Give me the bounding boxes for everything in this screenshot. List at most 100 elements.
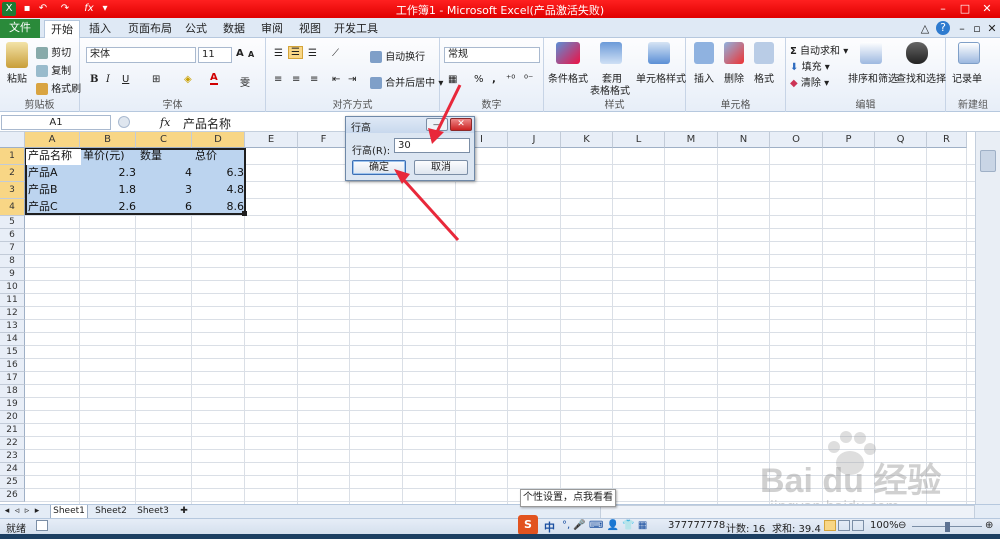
row-header-10[interactable]: 10 [0,281,25,294]
zoom-thumb[interactable] [945,522,950,532]
row-header-24[interactable]: 24 [0,463,25,476]
increase-decimal-icon[interactable]: ⁺⁰ [506,74,515,85]
cell-b1[interactable]: 单价(元) [83,148,125,164]
cell-styles-button[interactable]: 单元格样式 [636,70,686,85]
tab-data[interactable]: 数据 [218,20,250,38]
align-left-icon[interactable]: ≡ [274,74,282,85]
new-sheet-icon[interactable]: ✚ [176,505,192,519]
macro-record-icon[interactable] [36,520,48,531]
sogou-ime-icon[interactable]: S [518,515,538,535]
underline-button[interactable]: U [122,74,129,85]
column-header-a[interactable]: A [25,132,80,148]
row-header-3[interactable]: 3 [0,182,25,199]
sheet-tab-1[interactable]: Sheet1 [50,505,88,519]
close-button[interactable]: ✕ [976,1,998,16]
column-header-f[interactable]: F [298,132,350,148]
column-header-b[interactable]: B [80,132,136,148]
column-header-l[interactable]: L [613,132,665,148]
column-header-m[interactable]: M [665,132,718,148]
orientation-icon[interactable]: ⟋ [332,48,339,59]
cell-b2[interactable]: 2.3 [80,165,137,181]
page-layout-view-icon[interactable] [838,520,850,531]
ribbon-minimize-icon[interactable]: △ [918,20,932,38]
row-header-18[interactable]: 18 [0,385,25,398]
tab-home[interactable]: 开始 [44,20,80,38]
insert-function-icon[interactable]: fx [160,116,170,129]
row-header-4[interactable]: 4 [0,199,25,216]
row-header-20[interactable]: 20 [0,411,25,424]
format-cells-button[interactable]: 格式 [754,70,774,85]
cell-c3[interactable]: 3 [136,182,192,198]
row-header-19[interactable]: 19 [0,398,25,411]
form-icon[interactable] [958,42,980,64]
help-icon[interactable]: ? [936,21,950,35]
cell-c4[interactable]: 6 [136,199,192,215]
comma-button[interactable]: , [492,74,496,85]
row-header-15[interactable]: 15 [0,346,25,359]
border-icon[interactable]: ⊞ [152,74,160,85]
row-header-14[interactable]: 14 [0,333,25,346]
align-top-icon[interactable]: ☰ [274,48,283,59]
row-header-22[interactable]: 22 [0,437,25,450]
row-header-9[interactable]: 9 [0,268,25,281]
autosum-button[interactable]: Σ 自动求和 ▾ [790,42,848,57]
paste-button[interactable]: 粘贴 [7,70,27,85]
align-middle-icon[interactable]: ☰ [288,46,303,59]
insert-cells-button[interactable]: 插入 [694,70,714,85]
cell-a3[interactable]: 产品B [28,182,58,198]
align-center-icon[interactable]: ≡ [292,74,300,85]
grow-font-icon[interactable]: A [236,48,244,59]
font-size-select[interactable]: 11 [198,47,232,63]
conditional-format-icon[interactable] [556,42,580,64]
cell-c2[interactable]: 4 [136,165,192,181]
sort-filter-button[interactable]: 排序和筛选 [848,70,898,85]
column-header-e[interactable]: E [245,132,298,148]
cell-b4[interactable]: 2.6 [80,199,137,215]
row-header-25[interactable]: 25 [0,476,25,489]
row-header-2[interactable]: 2 [0,165,25,182]
column-header-n[interactable]: N [718,132,770,148]
font-color-icon[interactable]: A [210,72,218,85]
table-format-line2[interactable]: 表格格式 [590,82,630,97]
conditional-format-button[interactable]: 条件格式 [548,70,588,85]
tab-view[interactable]: 视图 [294,20,326,38]
maximize-button[interactable]: □ [954,1,976,16]
tab-review[interactable]: 审阅 [256,20,288,38]
cut-button[interactable]: 剪切 [36,44,71,59]
sheet-tab-2[interactable]: Sheet2 [92,505,130,519]
cell-d1[interactable]: 总价 [195,148,217,164]
tab-formulas[interactable]: 公式 [180,20,212,38]
fill-button[interactable]: ⬇ 填充 ▾ [790,58,830,73]
cell-a4[interactable]: 产品C [28,199,58,215]
normal-view-icon[interactable] [824,520,836,531]
row-header-23[interactable]: 23 [0,450,25,463]
binoculars-icon[interactable] [906,42,928,64]
row-header-21[interactable]: 21 [0,424,25,437]
first-sheet-icon[interactable]: ◂ [2,505,12,519]
name-box[interactable]: A1 [1,115,111,130]
format-cells-icon[interactable] [754,42,774,64]
delete-cells-icon[interactable] [724,42,744,64]
wrap-text-button[interactable]: 自动换行 [370,48,425,63]
row-header-6[interactable]: 6 [0,229,25,242]
horizontal-scrollbar[interactable] [600,505,975,519]
column-header-p[interactable]: P [823,132,875,148]
row-header-1[interactable]: 1 [0,148,25,165]
row-header-26[interactable]: 26 [0,489,25,502]
zoom-in-icon[interactable]: ⊕ [985,520,993,531]
column-header-o[interactable]: O [770,132,823,148]
cell-c1[interactable]: 数量 [140,148,162,164]
copy-button[interactable]: 复制 [36,62,71,77]
cell-b3[interactable]: 1.8 [80,182,137,198]
page-break-view-icon[interactable] [852,520,864,531]
column-header-k[interactable]: K [561,132,613,148]
doc-minimize-icon[interactable]: – [955,20,969,38]
name-box-expand-icon[interactable] [118,116,130,128]
row-header-11[interactable]: 11 [0,294,25,307]
font-name-select[interactable]: 宋体 [86,47,196,63]
column-header-j[interactable]: J [508,132,561,148]
delete-cells-button[interactable]: 删除 [724,70,744,85]
zoom-out-icon[interactable]: ⊖ [898,520,906,531]
column-header-c[interactable]: C [136,132,192,148]
align-right-icon[interactable]: ≡ [310,74,318,85]
